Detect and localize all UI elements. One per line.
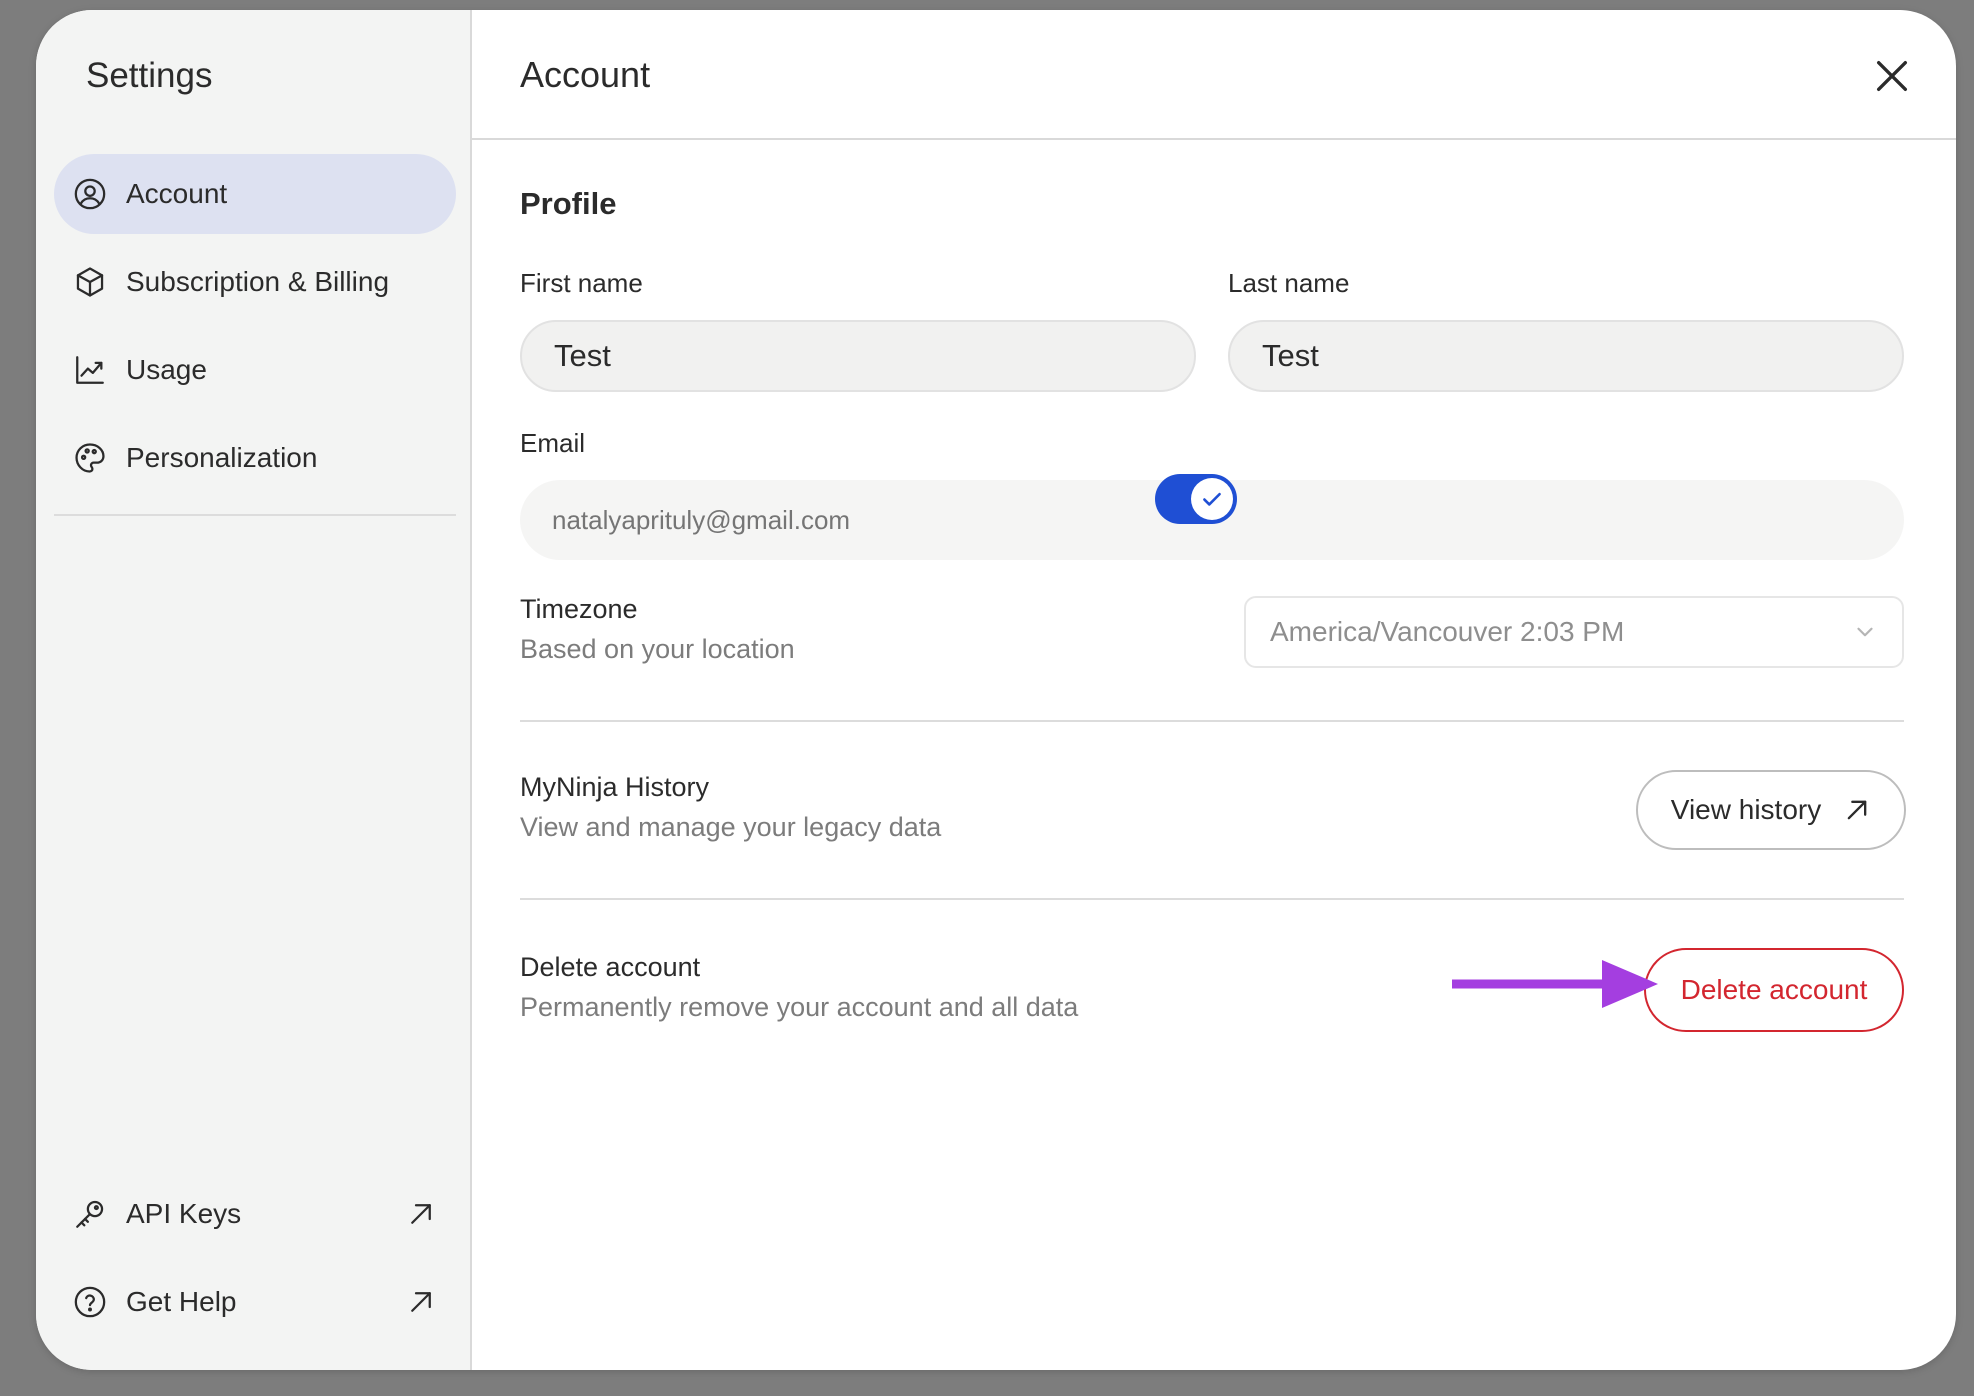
key-icon — [72, 1196, 108, 1232]
sidebar-item-get-help[interactable]: Get Help — [54, 1262, 456, 1342]
settings-modal: Settings Account Subscription & Billing … — [36, 10, 1956, 1370]
timezone-select-value: America/Vancouver 2:03 PM — [1270, 616, 1625, 647]
external-link-icon — [1847, 800, 1867, 820]
user-circle-icon — [72, 176, 108, 212]
external-link-icon — [411, 1292, 431, 1312]
toggle-knob — [1191, 478, 1233, 520]
chart-line-icon — [72, 352, 108, 388]
sidebar-title: Settings — [86, 56, 213, 95]
delete-title: Delete account — [520, 952, 701, 982]
panel-header: Account — [472, 10, 1956, 140]
annotation-arrow-icon — [1452, 960, 1658, 1008]
first-name-label: First name — [520, 268, 643, 298]
timezone-auto-toggle[interactable] — [1155, 474, 1237, 524]
sidebar-bottom-nav: API Keys Get Help — [54, 1174, 456, 1350]
settings-sidebar: Settings Account Subscription & Billing … — [36, 10, 472, 1370]
sidebar-item-label: Personalization — [126, 442, 318, 473]
section-divider — [520, 898, 1904, 900]
sidebar-item-label: Get Help — [126, 1286, 237, 1317]
email-label: Email — [520, 428, 586, 458]
sidebar-divider — [54, 514, 456, 516]
view-history-label: View history — [1670, 794, 1822, 825]
timezone-title: Timezone — [520, 594, 638, 624]
section-divider — [520, 720, 1904, 722]
sidebar-item-usage[interactable]: Usage — [54, 330, 456, 410]
account-panel: Account Profile First name Last name Ema… — [472, 10, 1956, 1370]
delete-subtitle: Permanently remove your account and all … — [520, 992, 1079, 1022]
last-name-label: Last name — [1228, 268, 1350, 298]
page-title: Account — [520, 54, 651, 95]
first-name-input[interactable] — [520, 320, 1196, 392]
help-circle-icon — [72, 1284, 108, 1320]
history-title: MyNinja History — [520, 772, 710, 802]
sidebar-item-personalization[interactable]: Personalization — [54, 418, 456, 498]
palette-icon — [72, 440, 108, 476]
sidebar-item-label: Usage — [126, 354, 207, 385]
sidebar-item-label: Subscription & Billing — [126, 266, 390, 297]
sidebar-item-label: Account — [126, 178, 228, 209]
timezone-subtitle: Based on your location — [520, 634, 795, 664]
history-subtitle: View and manage your legacy data — [520, 812, 942, 842]
last-name-input[interactable] — [1228, 320, 1904, 392]
external-link-icon — [411, 1204, 431, 1224]
close-icon[interactable] — [1872, 56, 1912, 96]
checkmark-icon — [1203, 492, 1221, 506]
cube-icon — [72, 264, 108, 300]
delete-account-label: Delete account — [1680, 974, 1868, 1005]
sidebar-item-api-keys[interactable]: API Keys — [54, 1174, 456, 1254]
timezone-select[interactable]: America/Vancouver 2:03 PM — [1244, 596, 1904, 668]
profile-section-title: Profile — [520, 186, 617, 221]
sidebar-nav: Account Subscription & Billing Usage Per… — [54, 154, 456, 506]
sidebar-item-label: API Keys — [126, 1198, 242, 1229]
sidebar-item-account[interactable]: Account — [54, 154, 456, 234]
sidebar-item-subscription-billing[interactable]: Subscription & Billing — [54, 242, 456, 322]
delete-account-button[interactable]: Delete account — [1644, 948, 1904, 1032]
chevron-down-icon — [1857, 627, 1873, 637]
view-history-button[interactable]: View history — [1636, 770, 1906, 850]
